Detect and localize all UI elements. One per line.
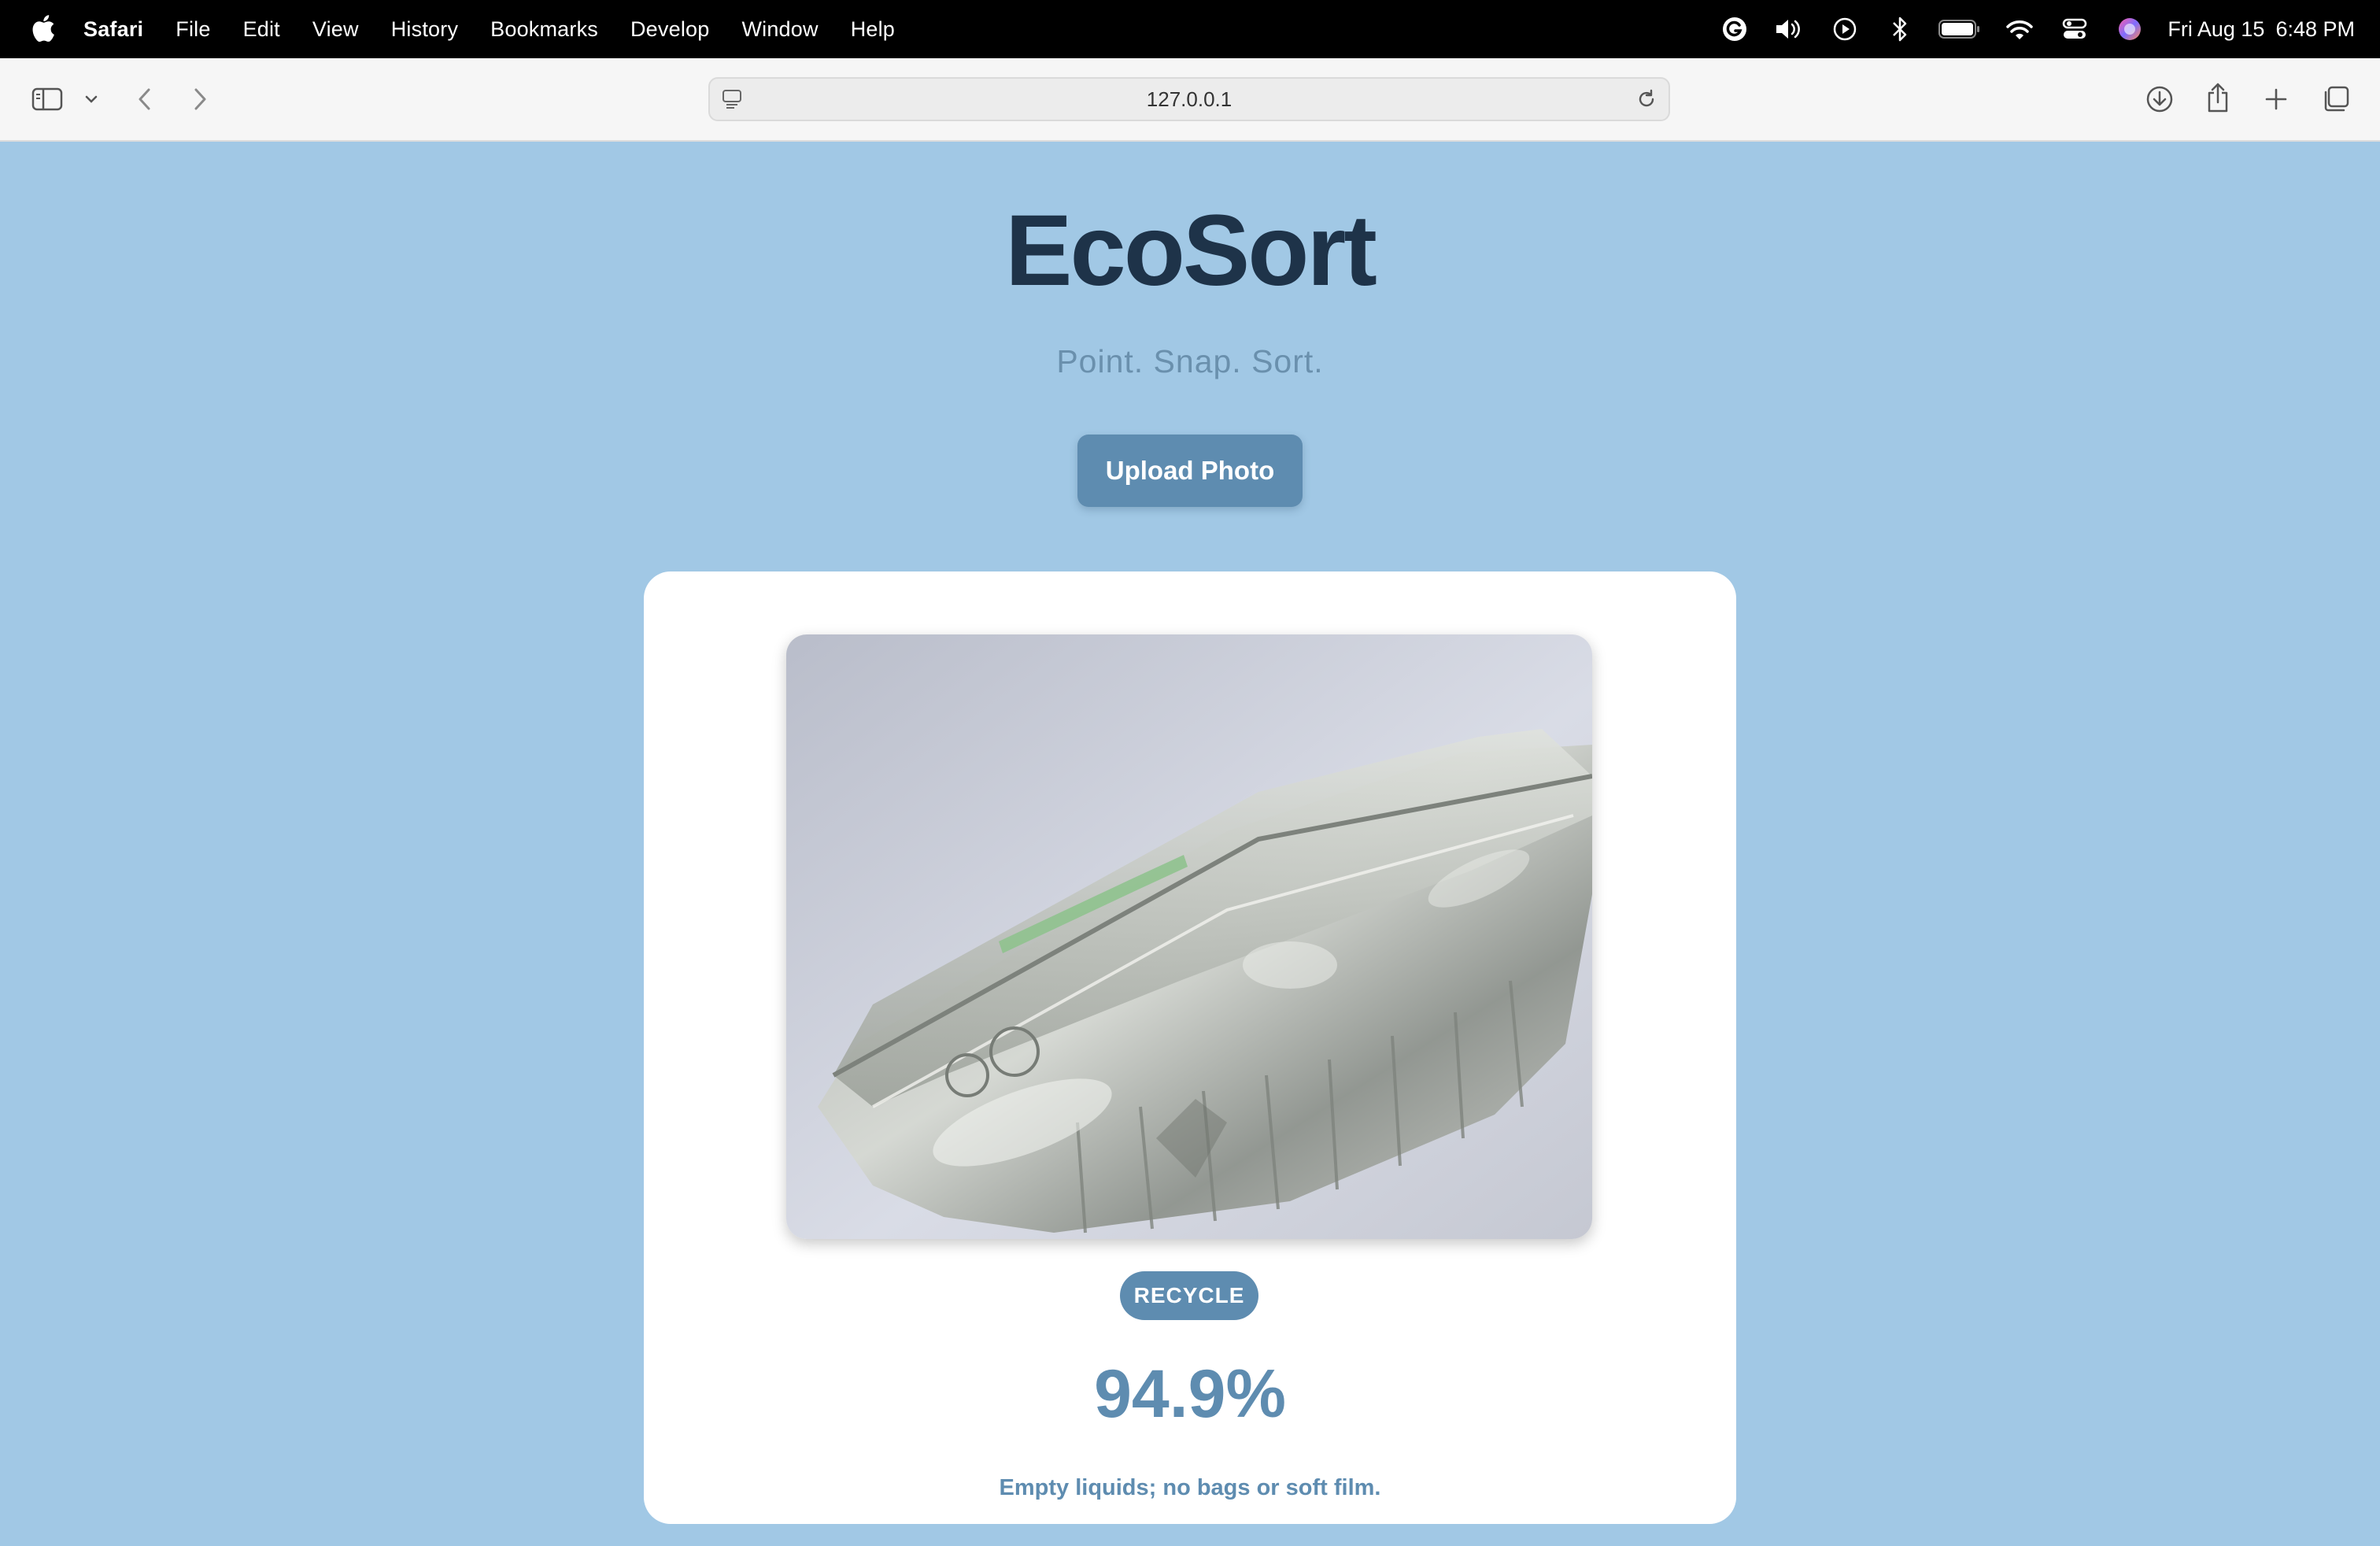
grammarly-icon[interactable] (1717, 12, 1752, 46)
sidebar-toggle-icon[interactable] (30, 82, 65, 117)
menu-develop[interactable]: Develop (630, 17, 709, 42)
new-tab-icon[interactable] (2259, 82, 2293, 117)
url-text[interactable]: 127.0.0.1 (710, 79, 1669, 120)
control-center-icon[interactable] (2057, 12, 2092, 46)
downloads-icon[interactable] (2142, 82, 2177, 117)
share-icon[interactable] (2201, 79, 2235, 117)
app-title: EcoSort (1005, 194, 1377, 307)
disposal-note: Empty liquids; no bags or soft film. (999, 1475, 1381, 1500)
battery-icon[interactable] (1938, 12, 1982, 46)
reload-icon[interactable] (1635, 88, 1658, 114)
upload-photo-button[interactable]: Upload Photo (1077, 435, 1303, 507)
clock-date: Fri Aug 15 (2168, 17, 2265, 41)
menu-view[interactable]: View (312, 17, 359, 42)
tab-overview-icon[interactable] (2319, 82, 2353, 117)
category-badge: RECYCLE (1120, 1271, 1258, 1320)
menu-history[interactable]: History (391, 17, 458, 42)
page-content: EcoSort Point. Snap. Sort. Upload Photo (0, 142, 2380, 1546)
menu-bookmarks[interactable]: Bookmarks (490, 17, 598, 42)
menu-app-name[interactable]: Safari (83, 17, 143, 42)
uploaded-photo (786, 634, 1592, 1239)
chevron-down-icon[interactable] (80, 88, 102, 110)
confidence-value: 94.9% (1094, 1356, 1286, 1432)
back-arrow-icon[interactable] (131, 82, 159, 117)
browser-toolbar: 127.0.0.1 (0, 58, 2380, 142)
menu-file[interactable]: File (176, 17, 210, 42)
menu-window[interactable]: Window (741, 17, 818, 42)
menu-help[interactable]: Help (851, 17, 895, 42)
wifi-icon[interactable] (2002, 12, 2037, 46)
result-card: RECYCLE 94.9% Empty liquids; no bags or … (644, 571, 1736, 1524)
address-bar[interactable]: 127.0.0.1 (708, 77, 1670, 121)
menu-clock[interactable]: Fri Aug 15 6:48 PM (2168, 17, 2355, 42)
menu-edit[interactable]: Edit (243, 17, 280, 42)
volume-icon[interactable] (1772, 12, 1807, 46)
menu-bar: Safari File Edit View History Bookmarks … (0, 0, 2380, 58)
apple-logo-icon[interactable] (31, 14, 55, 43)
app-tagline: Point. Snap. Sort. (1056, 343, 1324, 379)
play-icon[interactable] (1828, 12, 1862, 46)
siri-icon[interactable] (2112, 12, 2147, 46)
bluetooth-icon[interactable] (1883, 12, 1917, 46)
clock-time: 6:48 PM (2275, 17, 2355, 41)
forward-arrow-icon[interactable] (186, 82, 214, 117)
